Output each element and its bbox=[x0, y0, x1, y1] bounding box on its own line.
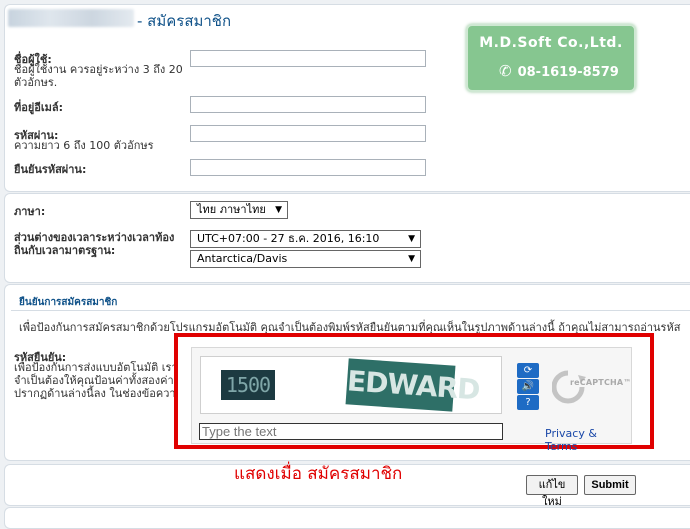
captcha-word-2: EDWARD bbox=[345, 358, 480, 412]
blurred-site-name bbox=[8, 9, 134, 27]
recaptcha-brand: reCAPTCHA™ bbox=[570, 378, 632, 387]
language-select[interactable]: ไทย ภาษาไทย ▼ bbox=[190, 201, 288, 219]
language-value: ไทย ภาษาไทย bbox=[197, 203, 266, 216]
captcha-image: 1500 EDWARD bbox=[200, 356, 502, 414]
dropdown-arrow-icon: ▼ bbox=[408, 234, 415, 244]
confirm-password-input[interactable] bbox=[190, 159, 426, 176]
phone-icon: ✆ bbox=[499, 62, 512, 80]
page-title: - สมัครสมาชิก bbox=[137, 12, 232, 30]
company-name: M.D.Soft Co.,Ltd. bbox=[479, 35, 623, 51]
dropdown-arrow-icon: ▼ bbox=[408, 254, 415, 264]
captcha-hint-1: เพื่อป้องกันการส่งแบบอัตโนมัติ เรา bbox=[14, 361, 178, 374]
language-label: ภาษา: bbox=[14, 205, 46, 218]
username-hint: ชื่อผู้ใช้งาน ควรอยู่ระหว่าง 3 ถึง 20 ตั… bbox=[14, 63, 183, 89]
username-input[interactable] bbox=[190, 50, 426, 67]
reset-button[interactable]: แก้ไขใหม่ bbox=[526, 475, 578, 508]
password-input[interactable] bbox=[190, 125, 426, 142]
password-hint: ความยาว 6 ถึง 100 ตัวอักษร bbox=[14, 139, 154, 152]
email-input[interactable] bbox=[190, 96, 426, 113]
captcha-hint-2: จำเป็นต้องให้คุณป้อนค่าทั้งสองค่าที่ bbox=[14, 374, 181, 387]
timezone-label: ส่วนต่างของเวลาระหว่างเวลาท้องถิ่นกับเวล… bbox=[14, 231, 175, 257]
recaptcha-logo-icon bbox=[552, 370, 586, 404]
audio-icon[interactable]: 🔊 bbox=[517, 379, 539, 394]
timezone-region-value: Antarctica/Davis bbox=[197, 252, 288, 265]
reload-icon[interactable]: ⟳ bbox=[517, 363, 539, 378]
timezone-select[interactable]: UTC+07:00 - 27 ธ.ค. 2016, 16:10 ▼ bbox=[190, 230, 421, 248]
company-phone: 08-1619-8579 bbox=[517, 65, 619, 80]
recaptcha-widget: 1500 EDWARD ⟳ 🔊 ? reCAPTCHA™ Privacy & T… bbox=[191, 347, 632, 453]
privacy-terms-link[interactable]: Privacy & Terms bbox=[545, 427, 631, 453]
captcha-input[interactable] bbox=[199, 423, 503, 440]
captcha-hint-3: ปรากฏด้านล่างนี้ลง ในช่องข้อความ bbox=[14, 387, 183, 400]
help-icon[interactable]: ? bbox=[517, 395, 539, 410]
confirm-password-label: ยืนยันรหัสผ่าน: bbox=[14, 163, 87, 176]
company-logo: M.D.Soft Co.,Ltd. ✆ 08-1619-8579 bbox=[466, 24, 636, 92]
annotation-note: แสดงเมื่อ สมัครสมาชิก bbox=[234, 464, 403, 484]
dropdown-arrow-icon: ▼ bbox=[275, 205, 282, 215]
email-label: ที่อยู่อีเมล์: bbox=[14, 101, 64, 114]
captcha-word-1: 1500 bbox=[221, 370, 275, 400]
footer-panel bbox=[4, 507, 690, 529]
timezone-value: UTC+07:00 - 27 ธ.ค. 2016, 16:10 bbox=[197, 232, 380, 245]
timezone-region-select[interactable]: Antarctica/Davis ▼ bbox=[190, 250, 421, 268]
submit-button[interactable]: Submit bbox=[584, 475, 636, 495]
divider bbox=[11, 310, 690, 311]
captcha-section-title: ยืนยันการสมัครสมาชิก bbox=[19, 297, 118, 308]
